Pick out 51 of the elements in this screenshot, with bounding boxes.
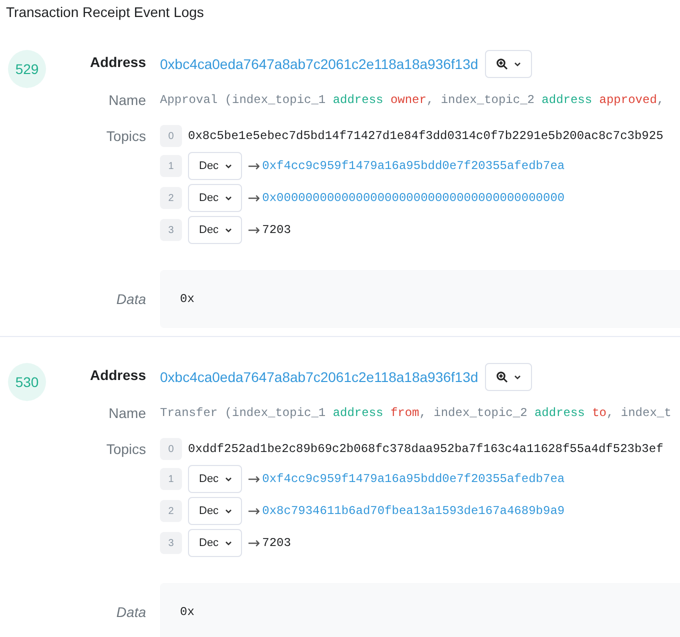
topic-index: 1 <box>160 155 182 177</box>
arrow-glyph: → <box>248 222 260 238</box>
event-signature: Approval (index_topic_1 address owner, index_topic_2 address approved, <box>160 93 664 107</box>
field-label: Data <box>115 603 146 622</box>
topic-index: 2 <box>160 500 182 522</box>
zoom-in-icon <box>496 58 508 70</box>
chevron-down-icon <box>514 374 522 380</box>
field-label: Address <box>88 366 146 385</box>
zoom-dropdown-button[interactable] <box>485 363 532 391</box>
chevron-down-icon <box>514 62 522 66</box>
chevron-down-icon <box>224 476 232 482</box>
data-value: 0x <box>180 605 194 619</box>
topic-index: 3 <box>160 219 182 241</box>
format-dropdown[interactable]: Dec <box>188 184 242 212</box>
chevron-down-icon <box>224 164 232 168</box>
topic-value: 7203 <box>262 536 291 550</box>
field-label: Address <box>88 53 146 72</box>
section-title: Transaction Receipt Event Logs <box>5 3 205 22</box>
event-signature: Transfer (index_topic_1 address from, index_topic_2 address to, index_t <box>160 406 672 420</box>
log-index: 530 <box>8 363 46 401</box>
chevron-down-icon <box>224 196 232 200</box>
log-index: 529 <box>8 50 46 88</box>
topic-index: 3 <box>160 532 182 554</box>
topic-value: 7203 <box>262 223 291 237</box>
arrow-glyph: → <box>248 472 260 486</box>
arrow-glyph: → <box>248 536 260 550</box>
zoom-in-icon <box>496 371 508 383</box>
zoom-dropdown-button[interactable] <box>485 50 532 78</box>
topic-index: 2 <box>160 187 182 209</box>
chevron-down-icon <box>224 540 232 546</box>
format-dropdown[interactable]: Dec <box>188 465 242 493</box>
topic-index: 1 <box>160 468 182 490</box>
arrow-glyph: → <box>248 158 260 174</box>
chevron-down-icon <box>224 508 232 514</box>
field-label: Data <box>115 290 146 309</box>
format-dropdown[interactable]: Dec <box>188 529 242 557</box>
arrow-glyph: → <box>248 504 260 518</box>
field-label: Topics <box>105 127 146 146</box>
arrow-glyph: → <box>248 190 260 206</box>
field-label: Name <box>108 404 146 423</box>
topic-value: 0xddf252ad1be2c89b69c2b068fc378daa952ba7f163c4a11628f55a4df523b3ef <box>188 442 664 456</box>
field-label: Name <box>108 91 146 110</box>
data-value: 0x <box>180 292 194 306</box>
topic-index: 0 <box>160 438 182 460</box>
format-dropdown[interactable]: Dec <box>188 497 242 525</box>
format-dropdown[interactable]: Dec <box>188 152 242 180</box>
chevron-down-icon <box>224 228 232 232</box>
topic-index: 0 <box>160 125 182 147</box>
format-dropdown[interactable]: Dec <box>188 216 242 244</box>
field-label: Topics <box>105 440 146 459</box>
topic-value: 0x8c5be1e5ebec7d5bd14f71427d1e84f3dd0314c0f7b2291e5b200ac8c7c3b925 <box>188 129 664 143</box>
